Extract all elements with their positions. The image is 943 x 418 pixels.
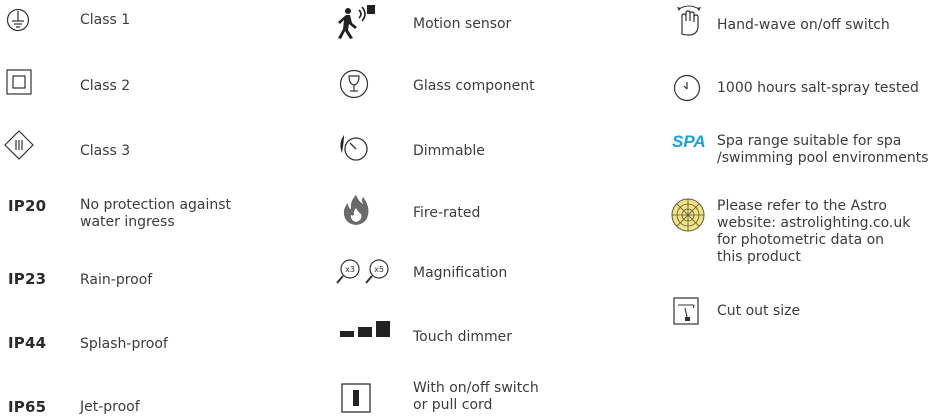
photometric-globe-icon: [671, 198, 705, 232]
motion-sensor-label: Motion sensor: [413, 16, 512, 32]
clock-icon: [673, 74, 701, 102]
touch-dimmer-label: Touch dimmer: [413, 329, 513, 345]
magnifier-icon: x3 x5: [336, 259, 389, 284]
ip23-code: IP23: [8, 270, 47, 288]
magnification-label: Magnification: [413, 265, 508, 281]
magnification-x3-text: x3: [345, 265, 355, 274]
ip20-code: IP20: [8, 197, 47, 215]
ip65-label: Jet-proof: [80, 399, 140, 415]
hand-wave-label: Hand-wave on/off switch: [717, 17, 890, 33]
wine-glass-icon: [339, 69, 369, 99]
earth-ground-icon: [6, 8, 30, 32]
diamond-three-bars-icon: [4, 130, 34, 160]
double-square-icon: [6, 69, 32, 95]
ip65-code: IP65: [8, 398, 47, 416]
ip20-label: No protection against water ingress: [80, 197, 232, 230]
touch-dimmer-bars-icon: [340, 321, 390, 337]
dimmer-dial-icon: [340, 135, 368, 161]
hand-wave-icon: [677, 5, 701, 36]
astro-photometric-label: Please refer to the Astro website: astro…: [717, 198, 911, 265]
class-3-label: Class 3: [80, 143, 131, 159]
motion-sensor-icon: [338, 5, 375, 39]
cut-out-icon: [673, 297, 699, 325]
dimmable-label: Dimmable: [413, 143, 485, 159]
switch-icon: [341, 383, 371, 413]
ip44-code: IP44: [8, 334, 47, 352]
magnification-x5-text: x5: [374, 265, 384, 274]
class-1-label: Class 1: [80, 12, 131, 28]
salt-spray-label: 1000 hours salt-spray tested: [717, 80, 919, 96]
ip44-label: Splash-proof: [80, 336, 168, 352]
fire-rated-label: Fire-rated: [413, 205, 481, 221]
ip23-label: Rain-proof: [80, 272, 153, 288]
class-2-label: Class 2: [80, 78, 131, 94]
cut-out-label: Cut out size: [717, 303, 801, 319]
spa-mark: SPA: [672, 132, 706, 151]
spa-label: Spa range suitable for spa /swimming poo…: [717, 133, 929, 166]
switch-label: With on/off switch or pull cord: [413, 380, 539, 413]
glass-component-label: Glass component: [413, 78, 535, 94]
flame-icon: [343, 195, 369, 225]
